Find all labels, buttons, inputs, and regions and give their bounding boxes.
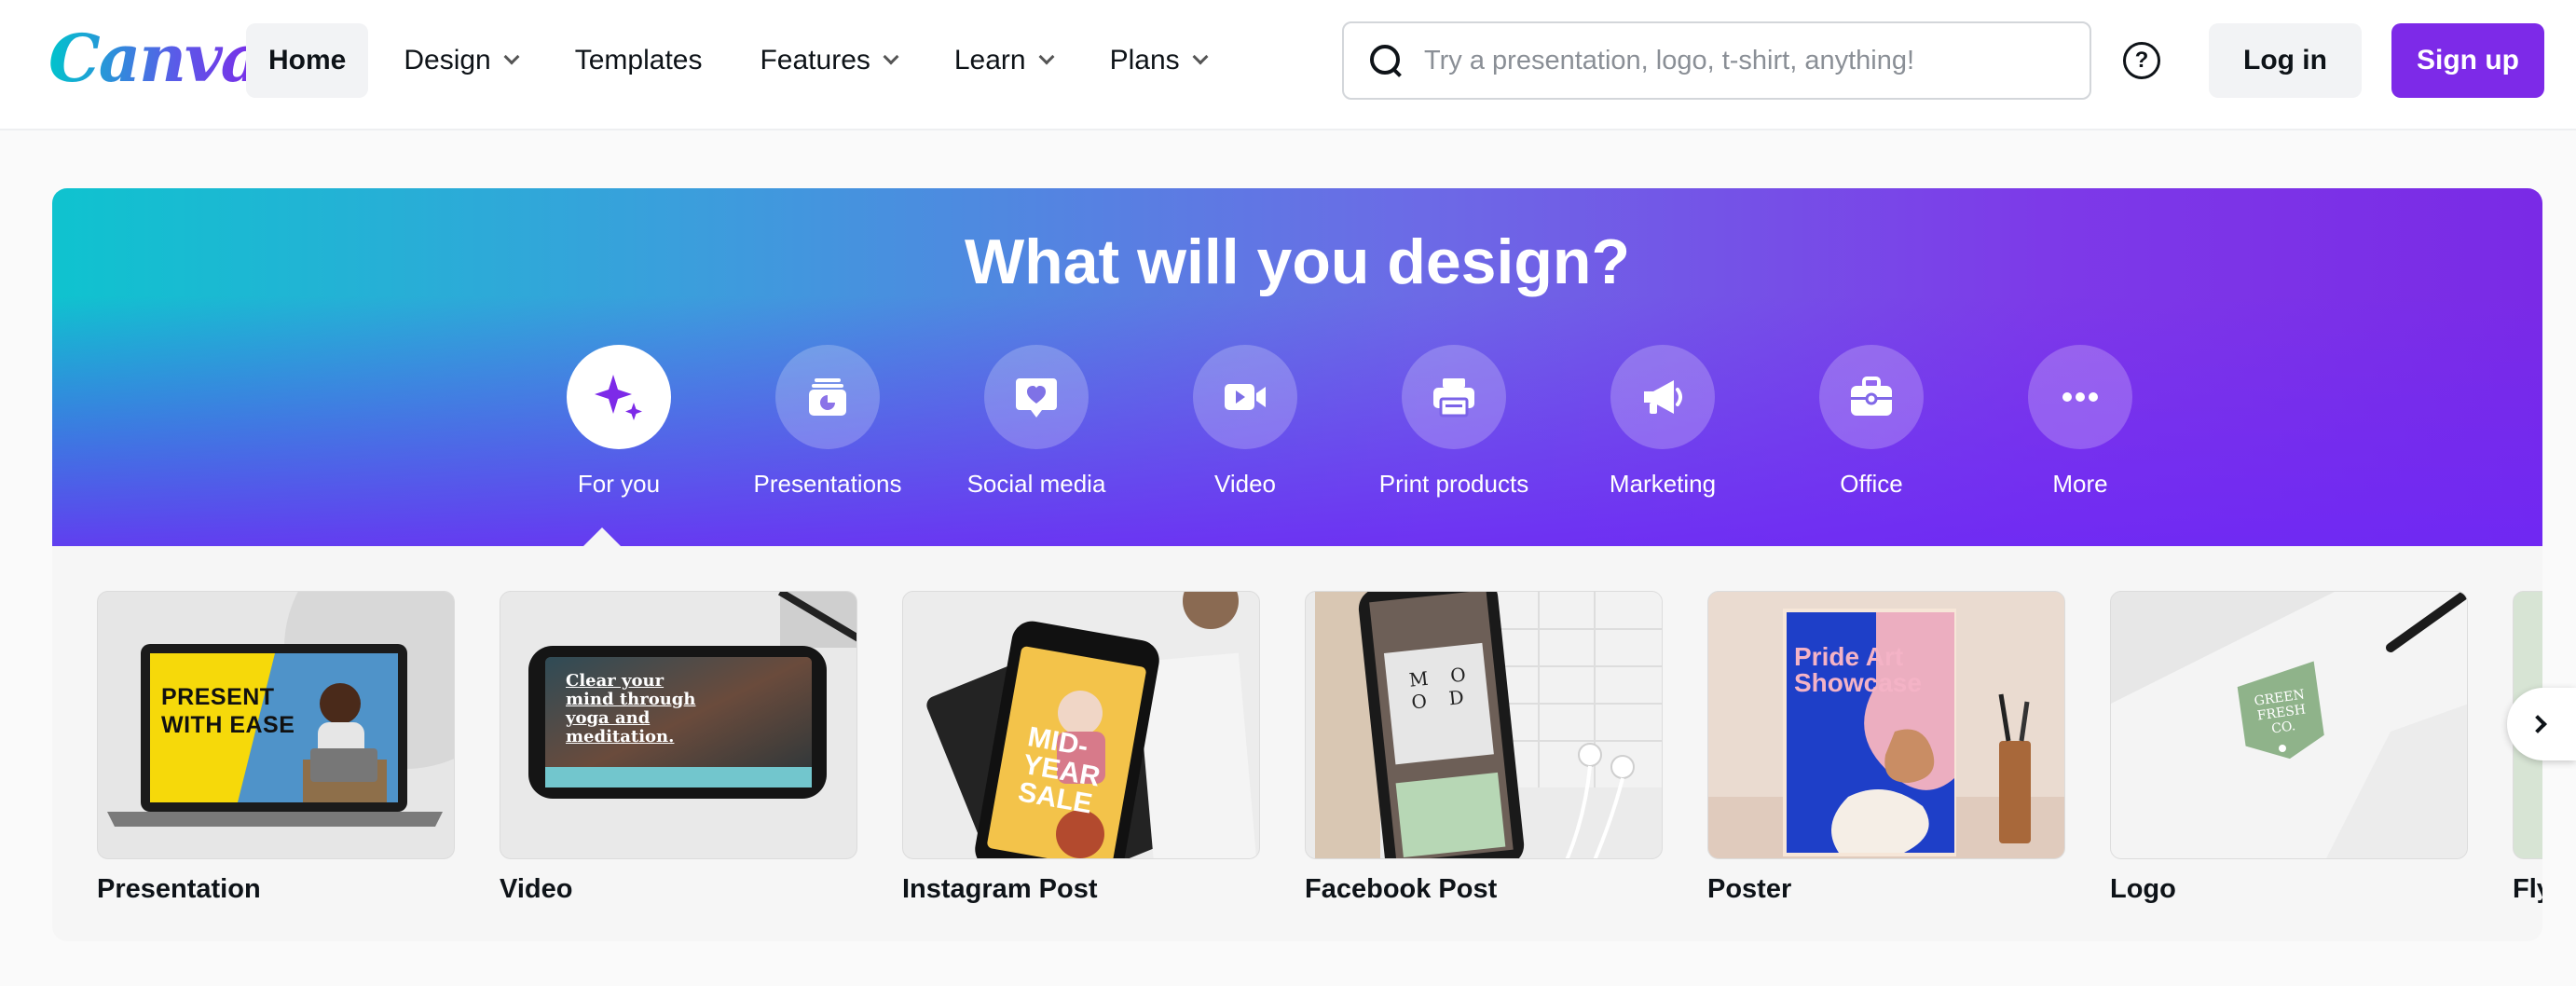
active-category-pointer <box>583 527 621 546</box>
nav-templates[interactable]: Templates <box>553 23 725 98</box>
nav-home[interactable]: Home <box>246 23 369 98</box>
instagram-post-thumbnail: MID-YEAR SALE <box>902 591 1260 859</box>
presentation-thumb-text: PRESENT WITH EASE <box>161 684 295 738</box>
facebook-thumb-text: MOOD <box>1407 660 1489 714</box>
card-logo[interactable]: GREEN FRESH CO. Logo <box>2110 591 2468 905</box>
instagram-thumb-text: MID-YEAR SALE <box>1015 721 1103 820</box>
more-dots-icon <box>2028 345 2132 449</box>
category-print-products[interactable]: Print products <box>1350 345 1558 499</box>
printer-icon <box>1402 345 1506 449</box>
signup-button[interactable]: Sign up <box>2391 23 2544 98</box>
briefcase-icon <box>1819 345 1924 449</box>
card-instagram-post[interactable]: MID-YEAR SALE Instagram Post <box>902 591 1260 905</box>
card-facebook-post[interactable]: MOOD Facebook Post <box>1305 591 1663 905</box>
megaphone-icon <box>1610 345 1715 449</box>
heart-chat-icon <box>984 345 1089 449</box>
category-social-media[interactable]: Social media <box>932 345 1141 499</box>
chevron-right-icon <box>2528 715 2547 733</box>
card-label: Instagram Post <box>902 874 1098 904</box>
video-thumb-text: Clear your mind through yoga and meditat… <box>566 671 696 746</box>
card-label: Fly <box>2513 874 2542 904</box>
card-label: Poster <box>1707 874 1792 904</box>
poster-thumbnail: Pride Art Showcase <box>1707 591 2065 859</box>
category-label: Video <box>1213 470 1277 498</box>
category-label: Social media <box>966 470 1106 498</box>
canva-logo[interactable]: Canva <box>48 20 263 97</box>
hero-title: What will you design? <box>965 226 1630 297</box>
category-label: Marketing <box>1609 470 1717 498</box>
top-navbar: Canva Home Design Templates Features Lea… <box>0 0 2576 130</box>
category-for-you[interactable]: For you <box>514 345 723 499</box>
video-camera-icon <box>1193 345 1297 449</box>
category-label: Office <box>1840 470 1903 498</box>
category-label: Print products <box>1378 470 1529 498</box>
design-type-carousel: PRESENT WITH EASE Presentation Clear you… <box>52 546 2542 941</box>
nav-design[interactable]: Design <box>381 23 539 98</box>
category-presentations[interactable]: Presentations <box>723 345 932 499</box>
chevron-down-icon <box>883 48 899 65</box>
logo-thumbnail: GREEN FRESH CO. <box>2110 591 2468 859</box>
card-label: Video <box>500 874 573 904</box>
category-more[interactable]: More <box>1976 345 2185 499</box>
chevron-down-icon <box>1192 48 1209 65</box>
search-bar[interactable] <box>1342 21 2091 100</box>
category-marketing[interactable]: Marketing <box>1558 345 1767 499</box>
search-icon <box>1370 45 1402 76</box>
hero-banner: What will you design? For you Presentati… <box>52 188 2542 546</box>
card-label: Facebook Post <box>1305 874 1498 904</box>
facebook-post-thumbnail: MOOD <box>1305 591 1663 859</box>
category-label: More <box>2052 470 2108 498</box>
card-label: Logo <box>2110 874 2176 904</box>
nav-learn[interactable]: Learn <box>932 23 1075 98</box>
card-label: Presentation <box>97 874 261 904</box>
category-row: For you Presentations Social media Video… <box>514 345 2185 499</box>
card-presentation[interactable]: PRESENT WITH EASE Presentation <box>97 591 455 905</box>
sparkle-icon <box>567 345 671 449</box>
search-input[interactable] <box>1424 45 2076 76</box>
presentation-thumbnail: PRESENT WITH EASE <box>97 591 455 859</box>
nav-features[interactable]: Features <box>737 23 918 98</box>
logo-thumb-text: GREEN FRESH CO. <box>2253 687 2307 737</box>
poster-thumb-text: Pride Art Showcase <box>1794 642 1922 697</box>
nav-plans[interactable]: Plans <box>1088 23 1228 98</box>
video-thumbnail: Clear your mind through yoga and meditat… <box>500 591 857 859</box>
help-icon[interactable]: ? <box>2123 42 2160 79</box>
category-label: Presentations <box>753 470 902 498</box>
card-poster[interactable]: Pride Art Showcase Poster <box>1707 591 2065 905</box>
carousel-next-button[interactable] <box>2507 688 2576 760</box>
chevron-down-icon <box>1038 48 1055 65</box>
category-video[interactable]: Video <box>1141 345 1350 499</box>
chevron-down-icon <box>503 48 520 65</box>
card-video[interactable]: Clear your mind through yoga and meditat… <box>500 591 857 905</box>
category-office[interactable]: Office <box>1767 345 1976 499</box>
main-nav: Home Design Templates Features Learn Pla… <box>246 23 1241 98</box>
login-button[interactable]: Log in <box>2209 23 2362 98</box>
presentation-icon <box>775 345 880 449</box>
category-label: For you <box>577 470 661 498</box>
